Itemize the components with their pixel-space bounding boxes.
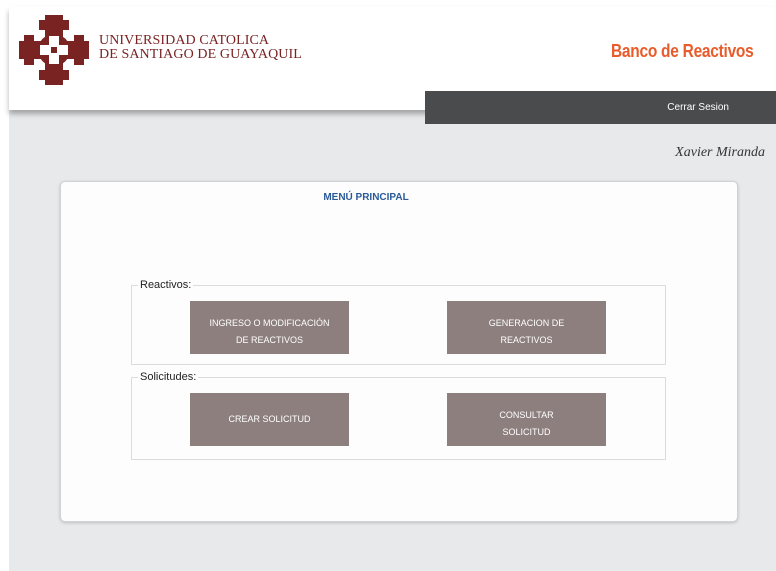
button-label-line1: GENERACION DE	[488, 318, 565, 328]
button-label-line1: CONSULTAR	[499, 410, 554, 420]
solicitudes-legend: Solicitudes:	[140, 371, 197, 383]
button-label-line1: CREAR SOLICITUD	[228, 414, 311, 424]
button-label-line2: DE REACTIVOS	[235, 335, 303, 345]
menu-title: MENÚ PRINCIPAL	[323, 192, 409, 203]
user-name: Xavier Miranda	[675, 145, 765, 160]
button-label-line1: INGRESO O MODIFICACIÓN	[209, 318, 330, 328]
consultar-solicitud-button[interactable]: CONSULTAR SOLICITUD	[447, 393, 606, 446]
button-label-line2: SOLICITUD	[502, 427, 551, 437]
nav-bar: Cerrar Sesion	[425, 91, 776, 124]
app-title: Banco de Reactivos	[611, 41, 754, 61]
logout-link[interactable]: Cerrar Sesion	[667, 102, 729, 113]
crear-solicitud-button[interactable]: CREAR SOLICITUD	[190, 393, 349, 446]
university-cross-emblem-icon	[19, 15, 89, 85]
university-name-line2: DE SANTIAGO DE GUAYAQUIL	[99, 47, 302, 62]
main-menu-card: MENÚ PRINCIPAL Reactivos: INGRESO O MODI…	[60, 181, 738, 522]
generacion-reactivos-button[interactable]: GENERACION DE REACTIVOS	[447, 301, 606, 354]
button-label-line2: REACTIVOS	[500, 335, 553, 345]
university-name-line1: UNIVERSIDAD CATOLICA	[99, 33, 270, 48]
ingreso-modificacion-reactivos-button[interactable]: INGRESO O MODIFICACIÓN DE REACTIVOS	[190, 301, 349, 354]
reactivos-legend: Reactivos:	[140, 279, 192, 291]
university-name: UNIVERSIDAD CATOLICA DE SANTIAGO DE GUAY…	[99, 34, 302, 62]
